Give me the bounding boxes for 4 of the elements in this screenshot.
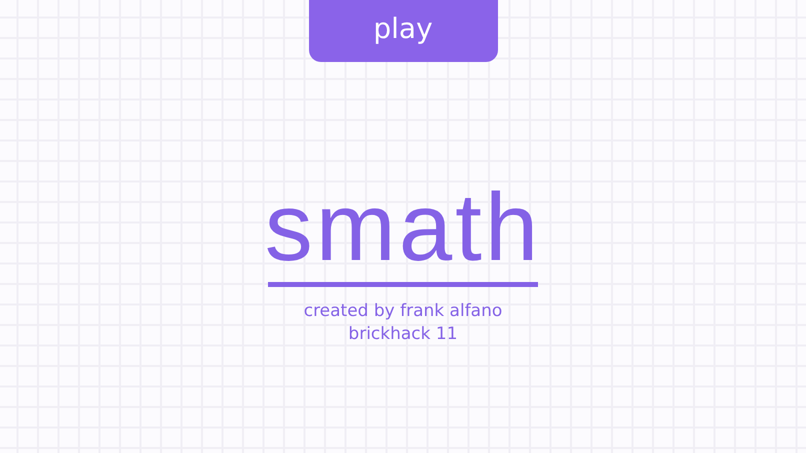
credit-line: brickhack 11: [348, 324, 458, 345]
credit-line: created by frank alfano: [304, 301, 502, 322]
game-title: smath: [264, 180, 542, 276]
play-button[interactable]: play: [308, 0, 498, 62]
